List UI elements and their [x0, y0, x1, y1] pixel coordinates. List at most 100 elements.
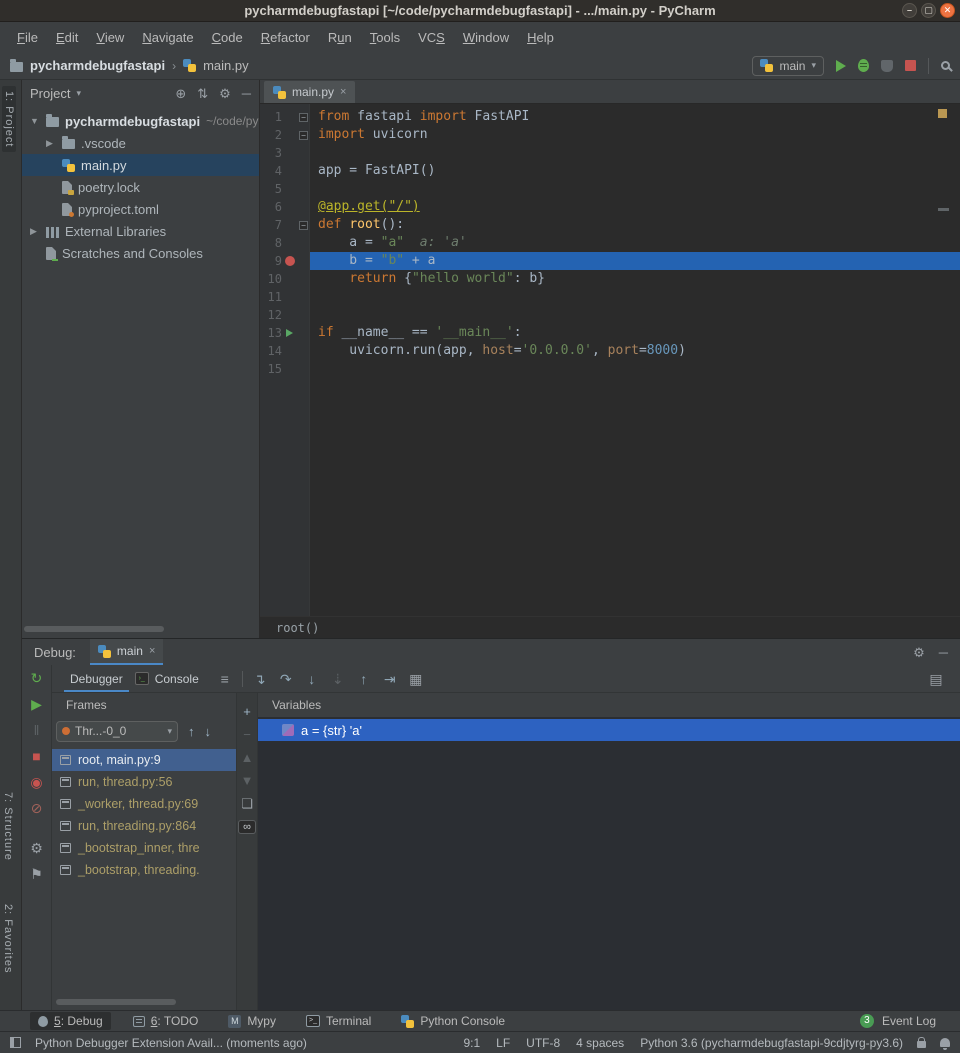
- menu-window[interactable]: Window: [454, 30, 518, 45]
- code-line-4[interactable]: 4app = FastAPI(): [260, 162, 960, 180]
- stripe-button-project[interactable]: 1: Project: [2, 86, 16, 152]
- variables-list[interactable]: a = {str} 'a': [258, 717, 960, 1010]
- step-out-icon[interactable]: ↑: [352, 672, 376, 686]
- rerun-icon[interactable]: ↻: [31, 671, 43, 685]
- status-9-1[interactable]: 9:1: [463, 1036, 480, 1050]
- view-breakpoints-icon[interactable]: ◉: [30, 775, 42, 789]
- frame-row[interactable]: _bootstrap_inner, thre: [52, 837, 236, 859]
- code-line-8[interactable]: 8 a = "a" a: 'a': [260, 234, 960, 252]
- tree-item-poetry-lock[interactable]: poetry.lock: [22, 176, 259, 198]
- add-watch-icon[interactable]: +: [243, 705, 251, 718]
- menu-file[interactable]: File: [8, 30, 47, 45]
- collapse-all-icon[interactable]: ⇅: [197, 87, 208, 100]
- breakpoint-icon[interactable]: [285, 256, 295, 266]
- gutter-line-11[interactable]: 11: [260, 288, 310, 306]
- tab-close-icon[interactable]: ×: [149, 645, 155, 657]
- toolwindow-python-console[interactable]: Python Console: [393, 1012, 513, 1030]
- lock-icon[interactable]: [917, 1041, 926, 1048]
- code-line-2[interactable]: 2−import uvicorn: [260, 126, 960, 144]
- gutter-line-12[interactable]: 12: [260, 306, 310, 324]
- notifications-bell-icon[interactable]: [940, 1038, 950, 1047]
- frame-row[interactable]: root, main.py:9: [52, 749, 236, 771]
- pause-icon[interactable]: ‖: [34, 723, 40, 737]
- coverage-button[interactable]: [881, 60, 893, 72]
- copy-icon[interactable]: ❏: [241, 797, 253, 810]
- gutter-line-9[interactable]: 9: [260, 252, 310, 270]
- gutter-line-10[interactable]: 10: [260, 270, 310, 288]
- tree-arrow-icon[interactable]: ▼: [30, 116, 46, 126]
- code-line-15[interactable]: 15: [260, 360, 960, 378]
- remove-watch-icon[interactable]: −: [243, 728, 251, 741]
- stop-button[interactable]: [905, 60, 916, 71]
- status-utf-8[interactable]: UTF-8: [526, 1036, 560, 1050]
- hide-icon[interactable]: ─: [242, 87, 251, 100]
- status-message[interactable]: Python Debugger Extension Avail... (mome…: [35, 1036, 307, 1050]
- frame-up-icon[interactable]: ↑: [188, 725, 195, 738]
- gutter-line-6[interactable]: 6: [260, 198, 310, 216]
- frame-row[interactable]: run, thread.py:56: [52, 771, 236, 793]
- menu-navigate[interactable]: Navigate: [133, 30, 202, 45]
- step-into-icon[interactable]: ↓: [300, 672, 324, 686]
- frame-down-icon[interactable]: ↓: [205, 725, 212, 738]
- variable-row[interactable]: a = {str} 'a': [258, 719, 960, 741]
- event-log-button[interactable]: Event Log: [882, 1014, 936, 1028]
- force-step-into-icon[interactable]: ⇣: [326, 672, 350, 686]
- code-line-10[interactable]: 10 return {"hello world": b}: [260, 270, 960, 288]
- menu-view[interactable]: View: [87, 30, 133, 45]
- restore-layout-icon[interactable]: ≡: [213, 672, 237, 686]
- breadcrumb-project[interactable]: pycharmdebugfastapi: [30, 58, 165, 73]
- view-tab-console[interactable]: ›_Console: [129, 665, 205, 692]
- frame-row[interactable]: _worker, thread.py:69: [52, 793, 236, 815]
- gutter-line-2[interactable]: 2−: [260, 126, 310, 144]
- horizontal-scrollbar[interactable]: [24, 626, 164, 632]
- status-python[interactable]: Python 3.6 (pycharmdebugfastapi-9cdjtyrg…: [640, 1036, 903, 1050]
- menu-code[interactable]: Code: [203, 30, 252, 45]
- code-line-11[interactable]: 11: [260, 288, 960, 306]
- menu-edit[interactable]: Edit: [47, 30, 87, 45]
- watches-icon[interactable]: ∞: [238, 820, 256, 834]
- event-log-group[interactable]: 3 Event Log: [860, 1014, 950, 1028]
- code-line-9[interactable]: 9 b = "b" + a: [260, 252, 960, 270]
- gutter-line-13[interactable]: 13: [260, 324, 310, 342]
- gutter-line-14[interactable]: 14: [260, 342, 310, 360]
- tree-item-main-py[interactable]: main.py: [22, 154, 259, 176]
- fold-icon[interactable]: −: [299, 113, 308, 122]
- menu-tools[interactable]: Tools: [361, 30, 409, 45]
- code-line-3[interactable]: 3: [260, 144, 960, 162]
- fold-icon[interactable]: −: [299, 131, 308, 140]
- up-icon[interactable]: ▲: [241, 751, 254, 764]
- pin-icon[interactable]: ⚑: [30, 867, 43, 881]
- gutter-line-1[interactable]: 1−: [260, 108, 310, 126]
- frame-row[interactable]: _bootstrap, threading.: [52, 859, 236, 881]
- chevron-down-icon[interactable]: ▾: [76, 88, 81, 99]
- code-line-13[interactable]: 13if __name__ == '__main__':: [260, 324, 960, 342]
- locate-icon[interactable]: ⊕: [175, 87, 186, 100]
- search-icon[interactable]: [941, 61, 950, 70]
- code-line-7[interactable]: 7−def root():: [260, 216, 960, 234]
- mute-breakpoints-icon[interactable]: ⊘: [31, 801, 43, 815]
- step-over-icon[interactable]: ↷: [274, 672, 298, 686]
- tab-close-icon[interactable]: ×: [340, 86, 346, 98]
- toolwindow-6-todo[interactable]: 6: TODO: [125, 1012, 207, 1030]
- gutter-line-8[interactable]: 8: [260, 234, 310, 252]
- tree-item--vscode[interactable]: ▶.vscode: [22, 132, 259, 154]
- tree-item-pycharmdebugfastapi[interactable]: ▼pycharmdebugfastapi~/code/pycharmdebugf…: [22, 110, 259, 132]
- menu-run[interactable]: Run: [319, 30, 361, 45]
- toolwindow-5-debug[interactable]: 5: Debug: [30, 1012, 111, 1030]
- tree-item-pyproject-toml[interactable]: pyproject.toml: [22, 198, 259, 220]
- run-config-selector[interactable]: main ▾: [752, 56, 824, 76]
- maximize-button[interactable]: ▢: [921, 3, 936, 18]
- menu-help[interactable]: Help: [518, 30, 563, 45]
- run-button[interactable]: [836, 60, 846, 72]
- project-panel-title[interactable]: Project: [30, 86, 70, 101]
- thread-selector[interactable]: Thr...-0_0 ▾: [56, 721, 178, 742]
- settings-icon[interactable]: ⚙: [913, 646, 925, 659]
- horizontal-scrollbar[interactable]: [56, 999, 176, 1005]
- minimize-button[interactable]: –: [902, 3, 917, 18]
- code-line-12[interactable]: 12: [260, 306, 960, 324]
- toolwindow-toggle-icon[interactable]: [10, 1037, 21, 1048]
- run-line-icon[interactable]: [286, 329, 293, 337]
- fold-icon[interactable]: −: [299, 221, 308, 230]
- close-button[interactable]: ✕: [940, 3, 955, 18]
- status-lf[interactable]: LF: [496, 1036, 510, 1050]
